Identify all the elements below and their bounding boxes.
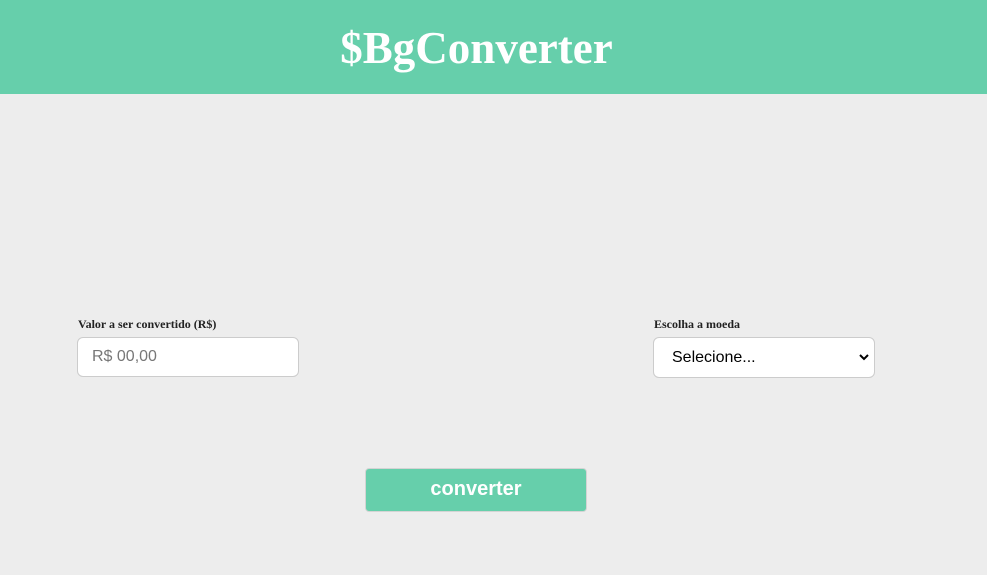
amount-label: Valor a ser convertido (R$) — [78, 317, 217, 331]
app-logo: $BgConverter — [340, 23, 613, 73]
app-header: $BgConverter — [0, 0, 987, 94]
currency-label: Escolha a moeda — [654, 317, 741, 331]
amount-input[interactable] — [77, 337, 299, 377]
currency-select[interactable]: Selecione... — [653, 337, 875, 378]
currency-select-value: Selecione... — [672, 348, 756, 366]
chevron-down-icon — [859, 354, 869, 361]
convert-button[interactable]: converter — [365, 468, 587, 512]
